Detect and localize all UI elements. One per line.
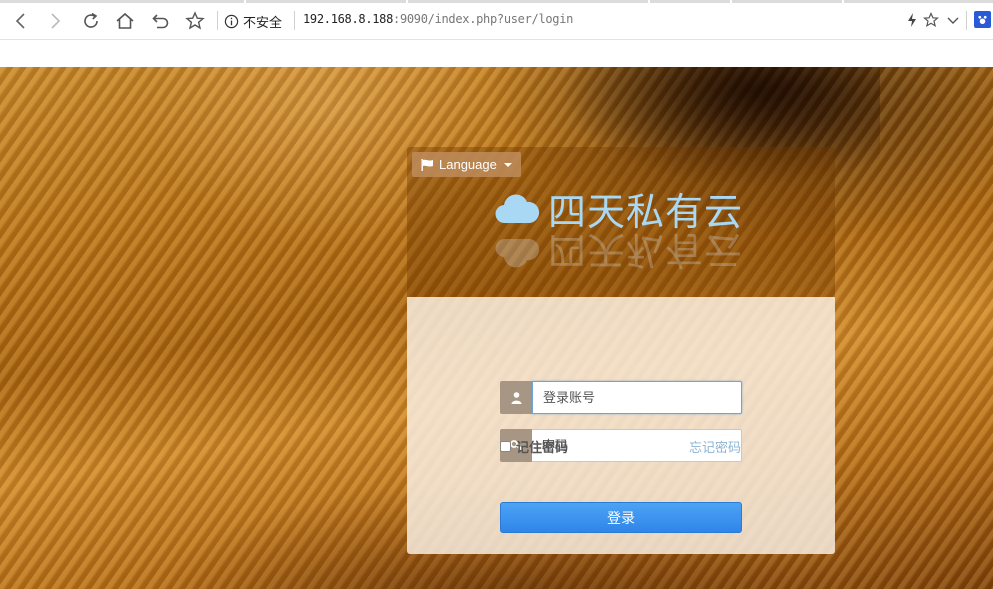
tab-strip-edge	[650, 0, 730, 3]
forward-icon	[51, 13, 61, 29]
user-addon	[500, 381, 532, 414]
security-indicator[interactable]: 不安全	[224, 10, 282, 32]
language-button[interactable]: Language	[412, 152, 521, 177]
tab-strip-edge	[246, 0, 406, 3]
back-icon	[15, 13, 25, 29]
reload-icon	[84, 12, 98, 28]
brand-logo: 四天私有云	[494, 185, 743, 234]
back-button[interactable]	[8, 8, 34, 34]
lightning-button[interactable]	[903, 11, 921, 29]
user-icon	[511, 392, 521, 404]
remember-password[interactable]: 记住密码	[500, 437, 568, 456]
lightning-icon	[908, 13, 916, 27]
bookmark-button[interactable]	[182, 8, 208, 34]
page-top-strip	[0, 40, 993, 67]
cloud-reflection-icon	[495, 238, 540, 268]
login-button[interactable]: 登录	[500, 502, 742, 533]
toolbar-divider	[294, 11, 295, 30]
remember-label: 记住密码	[516, 440, 569, 455]
browser-toolbar: 不安全 192.168.8.188:9090/index.php?user/lo…	[0, 0, 993, 40]
undo-icon	[152, 14, 169, 29]
star-icon	[923, 12, 939, 28]
home-icon	[116, 12, 134, 29]
undo-button[interactable]	[148, 8, 174, 34]
toolbar-divider	[966, 11, 967, 30]
caret-down-icon	[503, 162, 512, 167]
home-button[interactable]	[112, 8, 138, 34]
cloud-icon	[495, 194, 540, 224]
tab-strip-edge	[408, 0, 648, 3]
paw-icon[interactable]	[974, 11, 991, 28]
forward-button[interactable]	[42, 8, 68, 34]
security-label: 不安全	[243, 14, 283, 30]
tab-strip-edge	[0, 0, 244, 3]
forgot-password-link[interactable]: 忘记密码	[689, 437, 741, 456]
page-viewport: Language 四天私有云 四天私有云 登录账号 记住密码 忘记密码 登录	[0, 40, 993, 589]
username-field	[500, 381, 742, 414]
username-input[interactable]	[532, 381, 742, 414]
address-bar[interactable]: 192.168.8.188:9090/index.php?user/login	[303, 12, 573, 26]
info-icon	[224, 14, 239, 28]
flag-icon	[421, 158, 433, 171]
menu-dropdown-button[interactable]	[944, 11, 962, 29]
language-label: Language	[439, 157, 497, 172]
login-header: Language 四天私有云 四天私有云	[407, 147, 835, 297]
bookmark-star-icon	[185, 11, 205, 30]
tab-strip-edge	[844, 0, 993, 3]
brand-name-reflection: 四天私有云	[548, 228, 744, 273]
url-host: 192.168.8.188	[303, 12, 394, 26]
brand-reflection: 四天私有云	[494, 229, 743, 277]
login-panel: Language 四天私有云 四天私有云 登录账号 记住密码 忘记密码 登录	[407, 147, 835, 554]
tab-strip-edge	[732, 0, 842, 3]
favorite-button[interactable]	[922, 11, 940, 29]
chevron-down-icon	[947, 17, 959, 24]
toolbar-divider	[217, 11, 218, 30]
reload-button[interactable]	[78, 8, 104, 34]
remember-checkbox[interactable]	[500, 441, 511, 452]
url-path: :9090/index.php?user/login	[393, 12, 574, 26]
